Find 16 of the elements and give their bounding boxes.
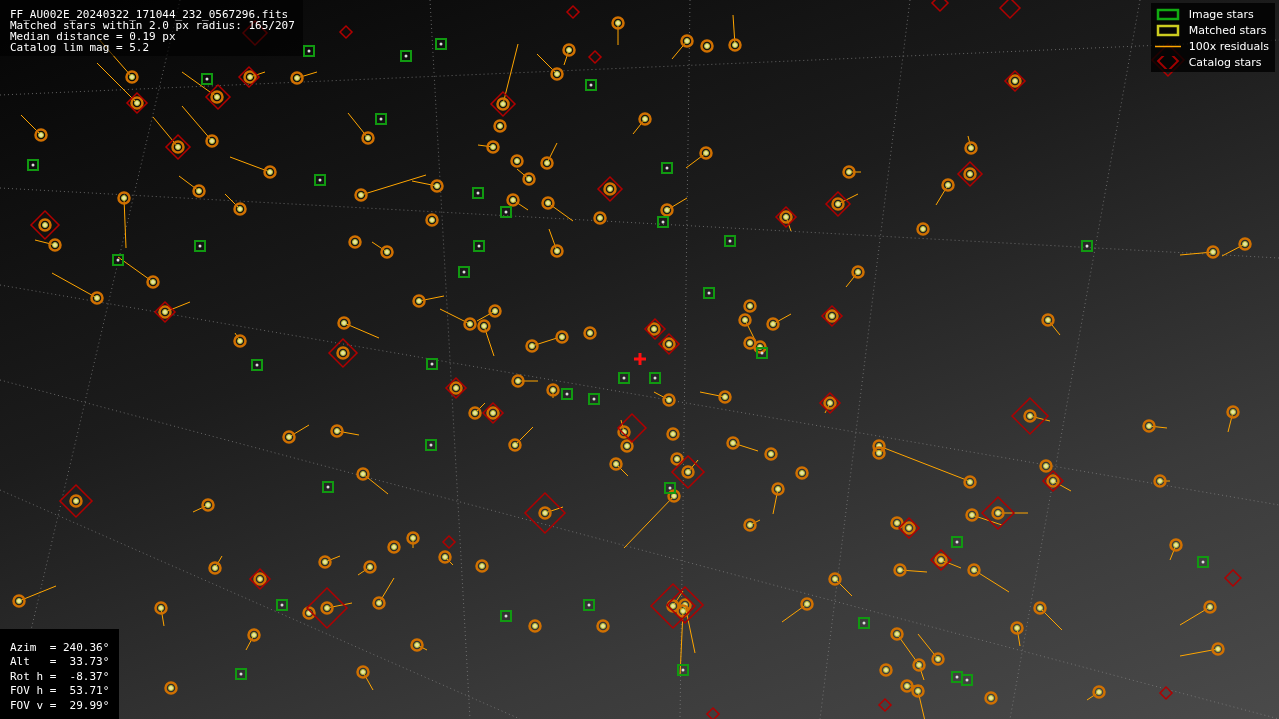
legend-label: Image stars [1188, 8, 1254, 21]
pointing-text: Alt = 33.73° [10, 655, 110, 670]
legend-label: 100x residuals [1188, 40, 1269, 53]
pointing-text: FOV h = 53.71° [10, 684, 110, 699]
legend-label: Catalog stars [1188, 56, 1262, 69]
square-marker-icon [1154, 8, 1181, 21]
info-text: Matched stars within 2.0 px radius: 165/207 [10, 20, 295, 31]
pointing-text: Azim = 240.36° [10, 640, 110, 655]
diamond-marker-icon [1154, 56, 1181, 69]
info-text: Catalog lim mag = 5.2 [10, 42, 151, 53]
legend-label: Matched stars [1188, 24, 1267, 37]
pointing-text: FOV v = 29.99° [10, 698, 110, 713]
info-text: Median distance = 0.19 px [10, 31, 176, 42]
pointing-text: Rot h = -8.37° [10, 669, 110, 684]
square-marker-icon [1154, 24, 1181, 37]
info-text: FF_AU002E_20240322_171044_232_0567296.fits [10, 9, 290, 20]
